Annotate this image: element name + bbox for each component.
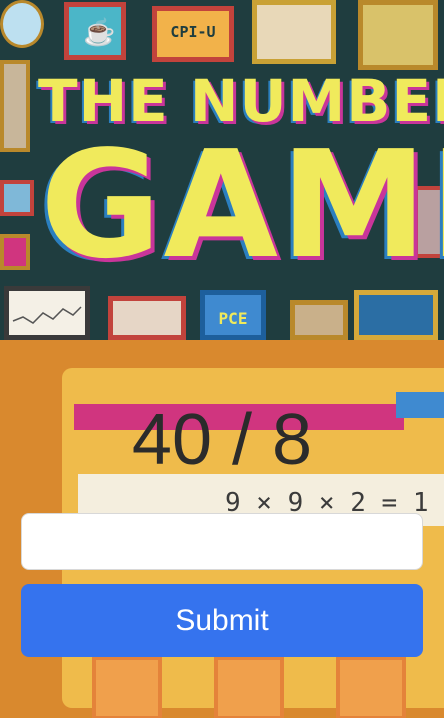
cpi-u-frame: CPI-U — [152, 6, 234, 62]
arcade-frame — [108, 296, 186, 340]
landscape-frame-left — [0, 60, 30, 152]
small-chart-frame-left — [0, 180, 34, 216]
submit-button[interactable]: Submit — [21, 584, 423, 657]
pink-badge-frame — [0, 234, 30, 270]
man-portrait-frame — [358, 0, 438, 70]
coffee-cup-frame: ☕ — [64, 2, 126, 60]
calculator-key-1 — [92, 656, 162, 718]
bull-frame — [354, 290, 438, 340]
game-banner: ☕ CPI-U PCE THE NUMBERS GAME — [0, 0, 444, 340]
pce-frame: PCE — [200, 290, 266, 340]
portrait-frame-group — [0, 0, 44, 48]
score-display: 40 / 8 — [131, 400, 313, 480]
cpi-u-label: CPI-U — [170, 23, 216, 41]
answer-input[interactable] — [21, 513, 423, 570]
man-portrait-frame-bottom — [290, 300, 348, 340]
banner-title-line2: GAME — [40, 119, 444, 291]
line-chart-icon — [12, 306, 82, 324]
coffee-cup-icon: ☕ — [83, 17, 116, 47]
calculator-key-3 — [336, 656, 406, 718]
pce-label: PCE — [218, 309, 248, 328]
line-chart-frame — [4, 286, 90, 340]
calculator-key-2 — [214, 656, 284, 718]
document-frame — [252, 0, 336, 64]
